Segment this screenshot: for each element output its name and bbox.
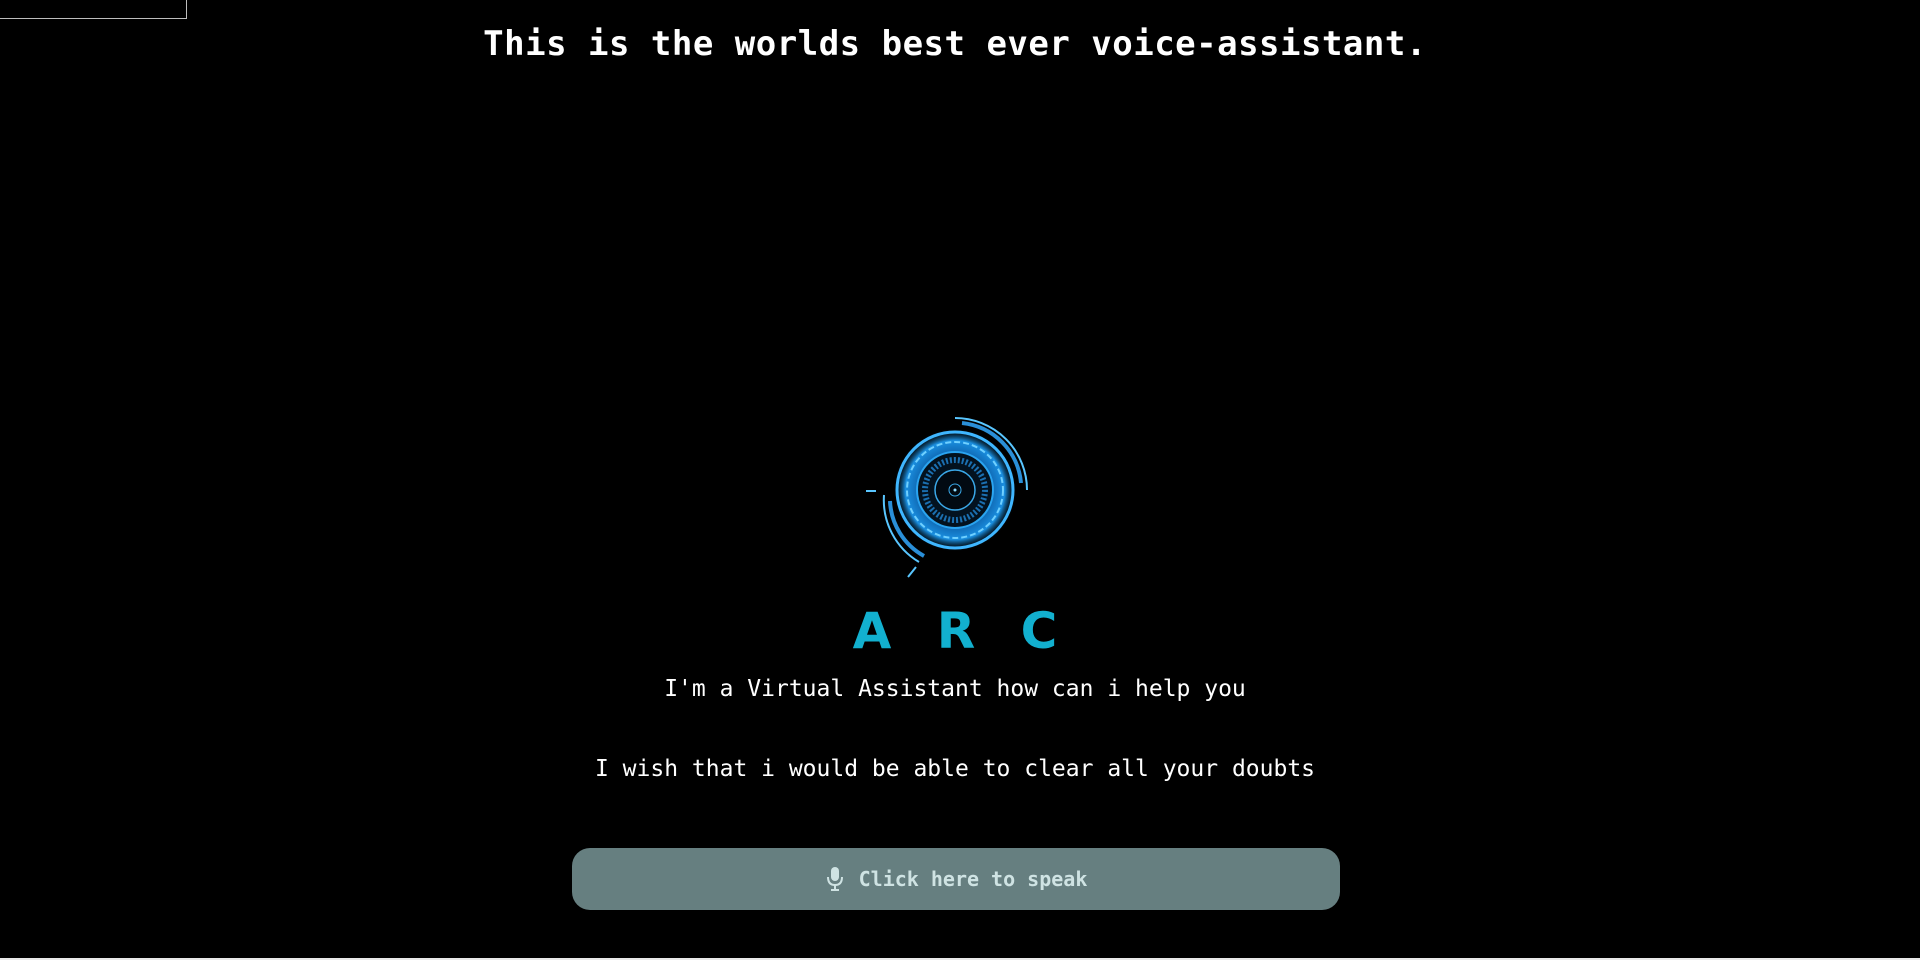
- page-headline: This is the worlds best ever voice-assis…: [483, 24, 1427, 64]
- page: This is the worlds best ever voice-assis…: [0, 0, 1920, 960]
- assistant-name: A R C: [852, 602, 1072, 660]
- speak-button[interactable]: Click here to speak: [572, 848, 1340, 910]
- top-left-frame: [0, 0, 187, 19]
- speak-button-label: Click here to speak: [858, 867, 1088, 891]
- assistant-wish: I wish that i would be able to clear all…: [594, 756, 1316, 782]
- arc-reactor-icon: [866, 417, 1028, 578]
- microphone-icon: [826, 867, 843, 891]
- assistant-intro: I'm a Virtual Assistant how can i help y…: [664, 676, 1246, 702]
